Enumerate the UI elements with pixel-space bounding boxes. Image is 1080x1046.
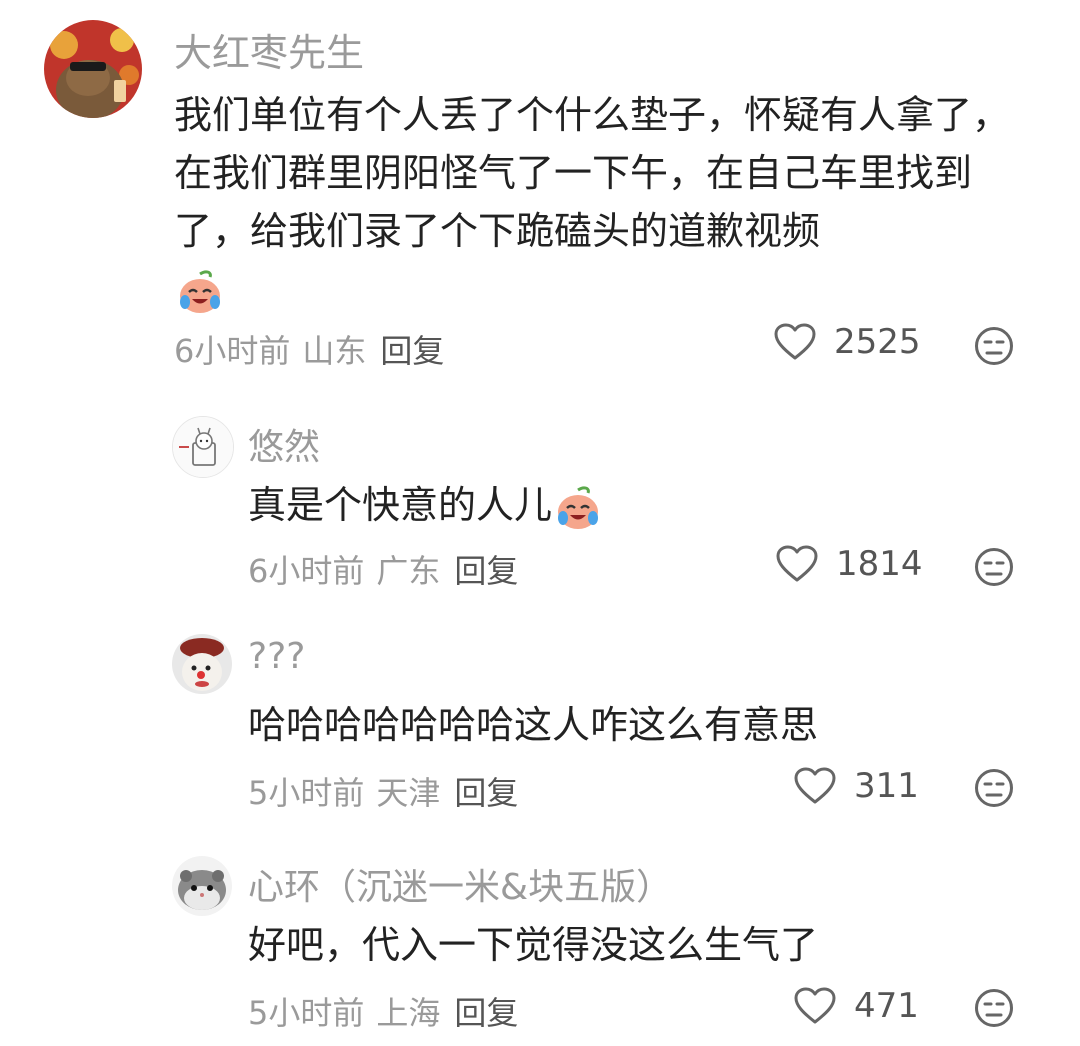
heart-outline-icon xyxy=(776,545,818,582)
heart-outline-icon xyxy=(794,767,836,804)
reply-button[interactable]: 回复 xyxy=(454,774,518,812)
location: 上海 xyxy=(376,994,441,1032)
crying-laughing-peach-icon xyxy=(554,484,602,532)
meh-face-icon xyxy=(975,327,1013,365)
like-button[interactable]: 311 xyxy=(794,766,919,806)
clown-meme-avatar-icon xyxy=(172,634,232,694)
avatar[interactable] xyxy=(172,634,232,694)
crying-laughing-peach-icon xyxy=(176,268,224,316)
comment-meta: 5小时前 上海 回复 xyxy=(248,988,530,1034)
username[interactable]: 大红枣先生 xyxy=(174,22,364,77)
like-count: 1814 xyxy=(836,544,923,584)
comment-text-content: 哈哈哈哈哈哈哈这人咋这么有意思 xyxy=(248,703,819,747)
capybara-avatar-icon xyxy=(44,20,142,118)
dislike-button[interactable] xyxy=(974,326,1014,366)
like-button[interactable]: 1814 xyxy=(776,544,923,584)
like-count: 311 xyxy=(854,766,919,806)
reply-button[interactable]: 回复 xyxy=(380,332,444,370)
comment-text-content: 真是个快意的人儿 xyxy=(248,483,553,527)
timestamp: 5小时前 xyxy=(248,774,365,812)
avatar[interactable] xyxy=(172,416,234,478)
timestamp: 6小时前 xyxy=(248,552,365,590)
reply-button[interactable]: 回复 xyxy=(454,994,518,1032)
timestamp: 5小时前 xyxy=(248,994,365,1032)
like-button[interactable]: 2525 xyxy=(774,322,921,362)
comment-text: 好吧，代入一下觉得没这么生气了 xyxy=(248,916,1048,974)
like-button[interactable]: 471 xyxy=(794,986,919,1026)
comment-text: 真是个快意的人儿 xyxy=(248,476,1048,534)
heart-outline-icon xyxy=(794,987,836,1024)
dislike-button[interactable] xyxy=(974,768,1014,808)
comment-1: 大红枣先生 我们单位有个人丢了个什么垫子，怀疑有人拿了，在我们群里阴阳怪气了一下… xyxy=(0,0,1080,380)
location: 天津 xyxy=(376,774,441,812)
comment-meta: 6小时前 山东 回复 xyxy=(174,326,456,372)
comment-4: 心环（沉迷一米&块五版） 好吧，代入一下觉得没这么生气了 5小时前 上海 回复 47… xyxy=(0,840,1080,1046)
comment-2: 悠然 真是个快意的人儿 6小时前 广东 回复 1814 xyxy=(0,400,1080,600)
username[interactable]: 心环（沉迷一米&块五版） xyxy=(248,858,672,910)
like-count: 471 xyxy=(854,986,919,1026)
comment-text: 哈哈哈哈哈哈哈这人咋这么有意思 xyxy=(248,696,1048,754)
username[interactable]: ??? xyxy=(248,636,305,677)
dislike-button[interactable] xyxy=(974,988,1014,1028)
avatar[interactable] xyxy=(44,20,142,118)
comment-text: 我们单位有个人丢了个什么垫子，怀疑有人拿了，在我们群里阴阳怪气了一下午，在自己车… xyxy=(174,86,1034,318)
meh-face-icon xyxy=(975,989,1013,1027)
heart-outline-icon xyxy=(774,323,816,360)
dislike-button[interactable] xyxy=(974,547,1014,587)
hamster-avatar-icon xyxy=(172,856,232,916)
reply-button[interactable]: 回复 xyxy=(454,552,518,590)
comment-meta: 6小时前 广东 回复 xyxy=(248,546,530,592)
meh-face-icon xyxy=(975,548,1013,586)
username[interactable]: 悠然 xyxy=(248,418,320,470)
timestamp: 6小时前 xyxy=(174,332,291,370)
comment-3: ??? 哈哈哈哈哈哈哈这人咋这么有意思 5小时前 天津 回复 311 xyxy=(0,620,1080,820)
avatar[interactable] xyxy=(172,856,232,916)
like-count: 2525 xyxy=(834,322,921,362)
comment-text-content: 我们单位有个人丢了个什么垫子，怀疑有人拿了，在我们群里阴阳怪气了一下午，在自己车… xyxy=(174,93,1011,253)
location: 广东 xyxy=(376,552,441,590)
meh-face-icon xyxy=(975,769,1013,807)
comment-meta: 5小时前 天津 回复 xyxy=(248,768,530,814)
location: 山东 xyxy=(302,332,367,370)
comment-text-content: 好吧，代入一下觉得没这么生气了 xyxy=(248,923,819,967)
bunny-bag-avatar-icon xyxy=(173,417,233,477)
